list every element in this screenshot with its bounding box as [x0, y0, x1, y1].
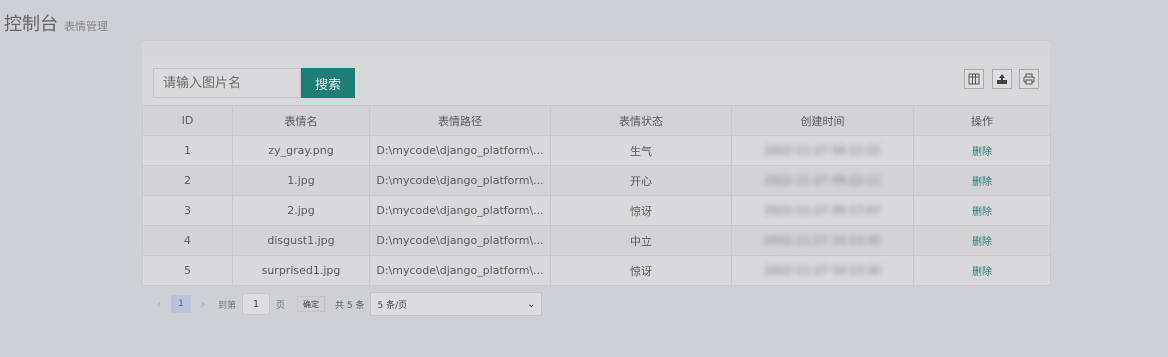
- cell-path: D:\mycode\django_platform\...: [369, 255, 551, 286]
- emoji-table: ID 表情名 表情路径 表情状态 创建时间 操作 1 zy_gray.png D…: [142, 105, 1051, 286]
- table-row[interactable]: 4 disgust1.jpg D:\mycode\django_platform…: [142, 225, 1051, 256]
- created-time-text: 2022-11-27 10:13:30: [764, 264, 881, 277]
- pagination: ‹ 1 › 到第 页 确定 共 5 条 5 条/页 ⌄: [150, 292, 543, 316]
- cell-name: disgust1.jpg: [232, 225, 370, 256]
- column-header-action: 操作: [913, 105, 1051, 136]
- goto-page-input[interactable]: [242, 293, 271, 315]
- page-unit-label: 页: [276, 300, 286, 311]
- cell-status: 惊讶: [550, 195, 732, 226]
- search-button[interactable]: 搜索: [301, 68, 355, 98]
- table-header-row: ID 表情名 表情路径 表情状态 创建时间 操作: [142, 105, 1051, 136]
- export-icon[interactable]: [992, 69, 1012, 89]
- cell-path: D:\mycode\django_platform\...: [369, 165, 551, 196]
- page-subtitle: 表情管理: [64, 20, 108, 33]
- column-header-status[interactable]: 表情状态: [550, 105, 732, 136]
- created-time-text: 2022-11-27 09:17:07: [764, 204, 881, 217]
- cell-status: 中立: [550, 225, 732, 256]
- cell-path: D:\mycode\django_platform\...: [369, 135, 551, 166]
- page-title: 控制台: [4, 14, 58, 35]
- column-header-id[interactable]: ID: [142, 105, 233, 136]
- page-size-value: 5 条/页: [377, 300, 408, 311]
- created-time-text: 2022-11-27 09:22:11: [764, 174, 881, 187]
- cell-created: 2022-11-27 10:13:30: [731, 255, 914, 286]
- cell-action: 删除: [913, 135, 1051, 166]
- cell-name: zy_gray.png: [232, 135, 370, 166]
- cell-name: surprised1.jpg: [232, 255, 370, 286]
- cell-id: 4: [142, 225, 233, 256]
- cell-created: 2022-11-27 10:13:35: [731, 225, 914, 256]
- cell-created: 2022-11-27 09:17:07: [731, 195, 914, 226]
- chevron-down-icon: ⌄: [527, 298, 536, 310]
- page-header: 控制台 表情管理: [4, 10, 108, 36]
- cell-status: 生气: [550, 135, 732, 166]
- table-row[interactable]: 2 1.jpg D:\mycode\django_platform\... 开心…: [142, 165, 1051, 196]
- cell-action: 删除: [913, 225, 1051, 256]
- cell-id: 3: [142, 195, 233, 226]
- cell-created: 2022-11-27 09:22:11: [731, 165, 914, 196]
- goto-label: 到第: [218, 300, 237, 311]
- table-toolbar: 搜索: [142, 59, 1050, 105]
- cell-action: 删除: [913, 255, 1051, 286]
- print-icon[interactable]: [1019, 69, 1039, 89]
- cell-path: D:\mycode\django_platform\...: [369, 225, 551, 256]
- cell-created: 2022-11-27 09:11:22: [731, 135, 914, 166]
- created-time-text: 2022-11-27 10:13:35: [764, 234, 881, 247]
- goto-confirm-button[interactable]: 确定: [297, 296, 326, 312]
- emoji-table-card: 搜索 ID 表情名 表情路径 表情状态 创建时间 操作: [142, 40, 1051, 286]
- cell-id: 1: [142, 135, 233, 166]
- cell-status: 开心: [550, 165, 732, 196]
- delete-link[interactable]: 删除: [972, 147, 992, 158]
- delete-link[interactable]: 删除: [972, 207, 992, 218]
- delete-link[interactable]: 删除: [972, 237, 992, 248]
- delete-link[interactable]: 删除: [972, 267, 992, 278]
- table-row[interactable]: 1 zy_gray.png D:\mycode\django_platform\…: [142, 135, 1051, 166]
- cell-name: 2.jpg: [232, 195, 370, 226]
- cell-id: 2: [142, 165, 233, 196]
- created-time-text: 2022-11-27 09:11:22: [764, 144, 881, 157]
- cell-path: D:\mycode\django_platform\...: [369, 195, 551, 226]
- cell-name: 1.jpg: [232, 165, 370, 196]
- column-header-created[interactable]: 创建时间: [731, 105, 914, 136]
- columns-icon[interactable]: [964, 69, 984, 89]
- total-count: 共 5 条: [335, 300, 365, 311]
- image-name-search-input[interactable]: [153, 68, 301, 98]
- cell-action: 删除: [913, 195, 1051, 226]
- cell-status: 惊讶: [550, 255, 732, 286]
- next-page-button[interactable]: ›: [194, 297, 212, 311]
- column-header-path[interactable]: 表情路径: [369, 105, 551, 136]
- prev-page-button[interactable]: ‹: [150, 297, 168, 311]
- column-header-name[interactable]: 表情名: [232, 105, 370, 136]
- page-number-current[interactable]: 1: [171, 295, 191, 313]
- delete-link[interactable]: 删除: [972, 177, 992, 188]
- table-row[interactable]: 3 2.jpg D:\mycode\django_platform\... 惊讶…: [142, 195, 1051, 226]
- cell-action: 删除: [913, 165, 1051, 196]
- table-row[interactable]: 5 surprised1.jpg D:\mycode\django_platfo…: [142, 255, 1051, 286]
- page-size-select[interactable]: 5 条/页 ⌄: [370, 292, 543, 316]
- cell-id: 5: [142, 255, 233, 286]
